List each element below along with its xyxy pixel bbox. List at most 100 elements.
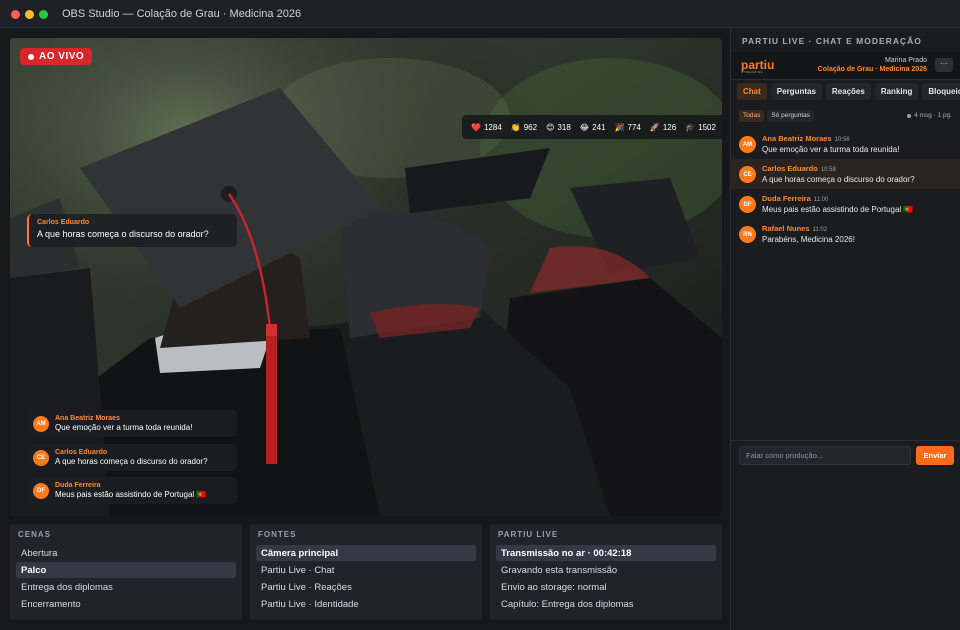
close-window-button[interactable]	[11, 10, 20, 19]
reaction-item: 🚀 126	[650, 123, 676, 132]
message-text: A que horas começa o discurso do orador?	[762, 175, 915, 184]
dock-title: FONTES	[258, 530, 297, 539]
avatar: DF	[33, 482, 49, 499]
sidebar-title: PARTIU LIVE · CHAT E MODERAÇÃO	[742, 36, 922, 46]
featured-text: A que horas começa o discurso do orador?	[37, 229, 209, 239]
message-filters: Todas Só perguntas	[739, 110, 815, 122]
live-badge-label: AO VIVO	[39, 51, 85, 62]
reaction-item: ❤️ 1284	[471, 123, 502, 132]
scene-item[interactable]: Encerramento	[16, 596, 236, 612]
reaction-item: 😊 318	[546, 123, 571, 132]
avatar: CE	[739, 166, 756, 183]
program-preview[interactable]: AO VIVO ❤️ 1284 👏 962 😊 318 😂 241 🎉 774 🚀 126 …	[10, 38, 722, 516]
chat-message-highlighted[interactable]: CE Carlos Eduardo 10:58 A que horas começa…	[731, 159, 960, 189]
reaction-item: 😂 241	[580, 123, 606, 132]
source-item[interactable]: Partiu Live · Identidade	[256, 596, 476, 612]
heart-icon: ❤️	[471, 122, 481, 132]
overlay-chat-message: AM Ana Beatriz Moraes Que emoção ver a tu…	[27, 410, 237, 437]
maximize-window-button[interactable]	[39, 10, 48, 19]
rocket-icon: 🚀	[649, 122, 660, 132]
live-badge: AO VIVO	[20, 48, 93, 65]
message-author: Carlos Eduardo	[762, 164, 818, 173]
tab-reacoes[interactable]: Reações	[825, 83, 871, 100]
avatar: CE	[33, 449, 49, 466]
chat-sidebar: PARTIU LIVE · CHAT E MODERAÇÃO partiu STR…	[730, 28, 960, 630]
tab-chat[interactable]: Chat	[737, 83, 767, 100]
scene-item[interactable]: Abertura	[16, 545, 236, 561]
overlay-chat-message: CE Carlos Eduardo A que horas começa o di…	[27, 444, 237, 471]
message-count: 4 msg · 1 pg.	[907, 112, 952, 119]
chat-message[interactable]: AM Ana Beatriz Moraes 10:56 Que emoção ver…	[731, 129, 960, 159]
user-name: Marina Prado	[884, 57, 927, 64]
tab-bloqueios[interactable]: Bloqueios	[922, 83, 960, 100]
message-time: 11:00	[813, 197, 829, 203]
main-area: AO VIVO ❤️ 1284 👏 962 😊 318 😂 241 🎉 774 🚀 126 …	[0, 28, 730, 630]
status-dot-icon	[907, 113, 912, 118]
featured-author: Carlos Eduardo	[37, 219, 90, 226]
source-item[interactable]: Partiu Live · Reações	[256, 579, 476, 595]
filter-all[interactable]: Todas	[739, 110, 765, 122]
reaction-count: 1502	[698, 122, 716, 132]
send-button[interactable]: Enviar	[916, 446, 954, 465]
reactions-bar: ❤️ 1284 👏 962 😊 318 😂 241 🎉 774 🚀 126 🎓 1502	[462, 115, 722, 139]
filter-questions[interactable]: Só perguntas	[767, 110, 815, 122]
tab-perguntas[interactable]: Perguntas	[770, 83, 822, 100]
avatar: RN	[739, 226, 756, 243]
overlay-chat-message: DF Duda Ferreira Meus pais estão assistin…	[27, 477, 237, 504]
reaction-count: 318	[557, 122, 571, 132]
minimize-window-button[interactable]	[25, 10, 34, 19]
storage-status: Envio ao storage: normal	[501, 582, 607, 593]
stream-status: Transmissão no ar · 00:42:18	[496, 545, 716, 561]
dock-title: PARTIU LIVE	[498, 530, 559, 539]
event-name: Colação de Grau · Medicina 2026	[817, 66, 927, 73]
sources-dock: FONTES Câmera principal Partiu Live · Ch…	[250, 524, 482, 620]
clap-icon: 👏	[510, 122, 521, 132]
tab-ranking[interactable]: Ranking	[874, 83, 919, 100]
chapter-status: Capítulo: Entrega dos diplomas	[501, 599, 634, 610]
party-popper-icon: 🎉	[614, 122, 625, 132]
avatar: DF	[739, 196, 756, 213]
scene-item[interactable]: Entrega dos diplomas	[16, 579, 236, 595]
source-item-selected[interactable]: Câmera principal	[256, 545, 476, 561]
live-dot-icon	[28, 53, 34, 60]
chat-message-list: AM Ana Beatriz Moraes 10:56 Que emoção ver…	[731, 129, 960, 249]
reaction-item: 👏 962	[511, 123, 537, 132]
avatar: AM	[739, 136, 756, 153]
overlay-author: Carlos Eduardo	[55, 449, 108, 456]
window-title: OBS Studio — Colação de Grau · Medicina …	[62, 8, 302, 20]
message-count-text: 4 msg · 1 pg.	[914, 112, 952, 119]
message-text: Meus pais estão assistindo de Portugal 🇵…	[762, 205, 914, 214]
recording-status: Gravando esta transmissão	[501, 565, 618, 576]
partiu-logo: partiu STREAMING	[741, 58, 774, 74]
graduation-icon: 🎓	[685, 122, 696, 132]
scene-item-selected[interactable]: Palco	[16, 562, 236, 578]
overlay-author: Duda Ferreira	[55, 482, 101, 489]
overlay-text: Que emoção ver a turma toda reunida!	[55, 423, 193, 432]
message-author: Ana Beatriz Moraes	[762, 134, 832, 143]
reaction-count: 962	[523, 122, 538, 132]
production-message-input[interactable]: Falar como produção...	[739, 446, 911, 465]
overlay-author: Ana Beatriz Moraes	[55, 415, 120, 422]
overlay-text: Meus pais estão assistindo de Portugal 🇵…	[55, 490, 207, 499]
source-item[interactable]: Partiu Live · Chat	[256, 562, 476, 578]
compose-bar: Falar como produção... Enviar	[731, 440, 960, 470]
message-text: Que emoção ver a turma toda reunida!	[762, 145, 900, 154]
laugh-face-icon: 😂	[579, 122, 590, 132]
more-options-button[interactable]: ···	[935, 58, 953, 72]
happy-face-icon: 😊	[546, 122, 555, 132]
message-time: 10:56	[834, 137, 850, 143]
reaction-count: 126	[662, 122, 677, 132]
message-author: Duda Ferreira	[762, 194, 811, 203]
user-info: Marina Prado Colação de Grau · Medicina …	[818, 57, 927, 73]
featured-question-overlay: Carlos Eduardo A que horas começa o disc…	[27, 214, 237, 247]
partiu-live-dock: PARTIU LIVE Transmissão no ar · 00:42:18…	[490, 524, 722, 620]
scenes-dock: CENAS Abertura Palco Entrega dos diploma…	[10, 524, 242, 620]
chat-message[interactable]: DF Duda Ferreira 11:00 Meus pais estão ass…	[731, 189, 960, 219]
reaction-count: 1284	[483, 122, 502, 132]
dock-title: CENAS	[18, 530, 52, 539]
reaction-item: 🎉 774	[615, 123, 641, 132]
brand-bar: partiu STREAMING Marina Prado Colação de …	[731, 52, 960, 80]
message-time: 11:02	[812, 227, 828, 233]
overlay-text: A que horas começa o discurso do orador?	[55, 457, 208, 466]
chat-message[interactable]: RN Rafael Nunes 11:02 Parabéns, Medicina 2…	[731, 219, 960, 249]
